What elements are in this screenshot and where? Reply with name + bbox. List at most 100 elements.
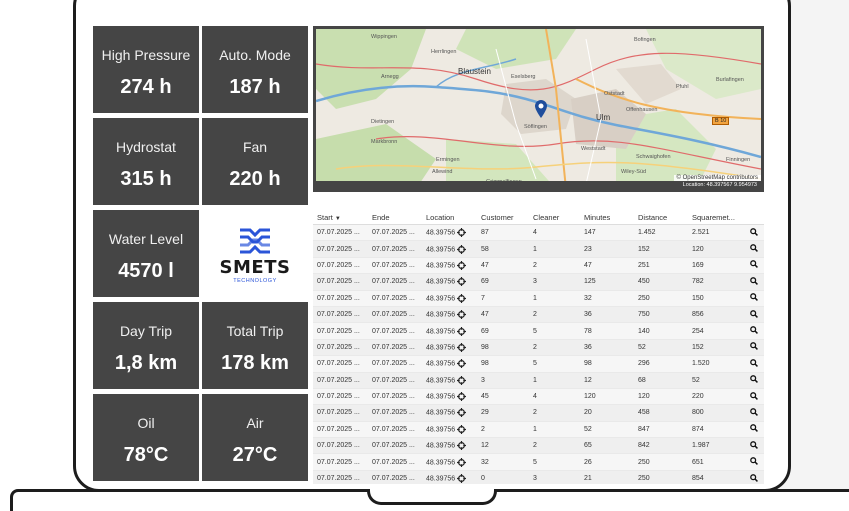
- table-row[interactable]: 07.07.2025 ... 07.07.2025 ... 48.39756 98 2 3…: [313, 339, 764, 357]
- column-header-location[interactable]: Location: [422, 213, 477, 222]
- cell-ende: 07.07.2025 ...: [368, 295, 422, 302]
- cell-ende: 07.07.2025 ...: [368, 377, 422, 384]
- crosshair-icon[interactable]: [457, 441, 467, 451]
- tile-high-pressure[interactable]: High Pressure 274 h: [93, 26, 199, 113]
- table-row[interactable]: 07.07.2025 ... 07.07.2025 ... 48.39756 47 2 3…: [313, 306, 764, 324]
- table-row[interactable]: 07.07.2025 ... 07.07.2025 ... 48.39756 69 5 7…: [313, 323, 764, 340]
- crosshair-icon[interactable]: [457, 375, 467, 385]
- table-row[interactable]: 07.07.2025 ... 07.07.2025 ... 48.39756 12 2 6…: [313, 438, 764, 455]
- cell-text: 48.39756: [426, 360, 456, 368]
- crosshair-icon[interactable]: [457, 408, 467, 418]
- crosshair-icon[interactable]: [457, 359, 467, 369]
- cell-customer: 47: [477, 311, 529, 318]
- table-row[interactable]: 07.07.2025 ... 07.07.2025 ... 48.39756 87 4 1…: [313, 225, 764, 242]
- crosshair-icon[interactable]: [457, 310, 467, 320]
- search-icon-glyph: [750, 375, 758, 384]
- search-icon[interactable]: [744, 408, 764, 418]
- column-header-distance[interactable]: Distance: [634, 213, 688, 222]
- cell-text: 48.39756: [426, 311, 456, 319]
- cell-ende: 07.07.2025 ...: [368, 262, 422, 269]
- table-row[interactable]: 07.07.2025 ... 07.07.2025 ... 48.39756 58 1 2…: [313, 241, 764, 258]
- search-icon[interactable]: [744, 424, 764, 434]
- column-header-minutes[interactable]: Minutes: [580, 213, 634, 222]
- crosshair-icon[interactable]: [457, 260, 467, 270]
- tile-day-trip[interactable]: Day Trip 1,8 km: [93, 302, 199, 389]
- table-row[interactable]: 07.07.2025 ... 07.07.2025 ... 48.39756 45 4 1…: [313, 389, 764, 406]
- crosshair-icon[interactable]: [457, 342, 467, 352]
- search-icon[interactable]: [744, 244, 764, 254]
- crosshair-icon[interactable]: [457, 228, 467, 238]
- tile-label: Hydrostat: [116, 139, 176, 155]
- search-icon[interactable]: [744, 227, 764, 238]
- crosshair-icon[interactable]: [457, 457, 467, 467]
- crosshair-icon[interactable]: [457, 244, 467, 254]
- cell-text: 251: [638, 261, 650, 269]
- cell-minutes: 65: [580, 442, 634, 449]
- cell-text: 36: [584, 343, 592, 351]
- search-icon[interactable]: [744, 293, 764, 303]
- tile-auto-mode[interactable]: Auto. Mode 187 h: [202, 26, 308, 113]
- search-icon[interactable]: [744, 277, 764, 287]
- tile-air[interactable]: Air 27°C: [202, 394, 308, 481]
- cell-text: 07.07.2025 ...: [317, 393, 360, 401]
- search-icon-glyph: [750, 457, 758, 466]
- table-row[interactable]: 07.07.2025 ... 07.07.2025 ... 48.39756 29 2 2…: [313, 405, 764, 422]
- table-row[interactable]: 07.07.2025 ... 07.07.2025 ... 48.39756 2 1 52…: [313, 422, 764, 439]
- search-icon[interactable]: [744, 260, 764, 270]
- search-icon[interactable]: [744, 391, 764, 402]
- tile-water-level[interactable]: Water Level 4570 l: [93, 210, 199, 297]
- table-row[interactable]: 07.07.2025 ... 07.07.2025 ... 48.39756 69 3 1…: [313, 274, 764, 291]
- cell-text: 296: [638, 360, 650, 368]
- column-header-customer[interactable]: Customer: [477, 213, 529, 222]
- search-icon[interactable]: [744, 326, 764, 336]
- cell-cleaner: 1: [529, 246, 580, 253]
- search-icon[interactable]: [744, 473, 764, 484]
- search-icon[interactable]: [744, 309, 764, 320]
- cell-text: 07.07.2025 ...: [317, 376, 360, 384]
- cell-text: 52: [692, 376, 700, 384]
- tile-fan[interactable]: Fan 220 h: [202, 118, 308, 205]
- crosshair-icon[interactable]: [457, 293, 467, 303]
- crosshair-icon[interactable]: [457, 277, 467, 287]
- cell-text: 458: [638, 409, 650, 417]
- table-row[interactable]: 07.07.2025 ... 07.07.2025 ... 48.39756 32 5 2…: [313, 454, 764, 471]
- table-row[interactable]: 07.07.2025 ... 07.07.2025 ... 48.39756 7 1 32…: [313, 291, 764, 307]
- cell-cleaner: 2: [529, 262, 580, 269]
- cell-text: 47: [481, 261, 489, 269]
- column-header-ende[interactable]: Ende: [368, 213, 422, 222]
- cell-squaremeters: 120: [688, 246, 744, 253]
- tile-oil[interactable]: Oil 78°C: [93, 394, 199, 481]
- cell-text: 07.07.2025 ...: [372, 376, 415, 384]
- search-icon[interactable]: [744, 375, 764, 385]
- table-row[interactable]: 07.07.2025 ... 07.07.2025 ... 48.39756 98 5 9…: [313, 356, 764, 373]
- crosshair-icon[interactable]: [457, 326, 467, 336]
- cell-squaremeters: 52: [688, 377, 744, 384]
- search-icon[interactable]: [744, 342, 764, 352]
- location-pin-icon[interactable]: [534, 99, 548, 119]
- search-icon[interactable]: [744, 457, 764, 467]
- cell-distance: 450: [634, 278, 688, 285]
- search-icon[interactable]: [744, 358, 764, 369]
- cell-customer: 98: [477, 360, 529, 367]
- tile-hydrostat[interactable]: Hydrostat 315 h: [93, 118, 199, 205]
- cell-ende: 07.07.2025 ...: [368, 278, 422, 285]
- table-row[interactable]: 07.07.2025 ... 07.07.2025 ... 48.39756 47 2 4…: [313, 258, 764, 275]
- crosshair-icon[interactable]: [457, 474, 467, 484]
- search-icon-glyph: [750, 342, 758, 351]
- cell-text: 450: [638, 278, 650, 286]
- cell-start: 07.07.2025 ...: [313, 409, 368, 416]
- column-header-squaremeters[interactable]: Squaremet...: [688, 213, 744, 222]
- cell-ende: 07.07.2025 ...: [368, 229, 422, 236]
- table-row[interactable]: 07.07.2025 ... 07.07.2025 ... 48.39756 0 3 21…: [313, 470, 764, 484]
- column-header-cleaner[interactable]: Cleaner: [529, 213, 580, 222]
- table-row[interactable]: 07.07.2025 ... 07.07.2025 ... 48.39756 3 1 12…: [313, 372, 764, 389]
- search-icon[interactable]: [744, 440, 764, 451]
- tile-total-trip[interactable]: Total Trip 178 km: [202, 302, 308, 389]
- cell-ende: 07.07.2025 ...: [368, 409, 422, 416]
- column-header-start[interactable]: Start ▼: [313, 213, 368, 222]
- crosshair-icon[interactable]: [457, 424, 467, 434]
- location-map[interactable]: Wippingen Herrlingen Arnegg Blaustein Es…: [313, 26, 764, 192]
- crosshair-icon[interactable]: [457, 392, 467, 402]
- cell-customer: 58: [477, 246, 529, 253]
- cell-text: 07.07.2025 ...: [372, 475, 415, 483]
